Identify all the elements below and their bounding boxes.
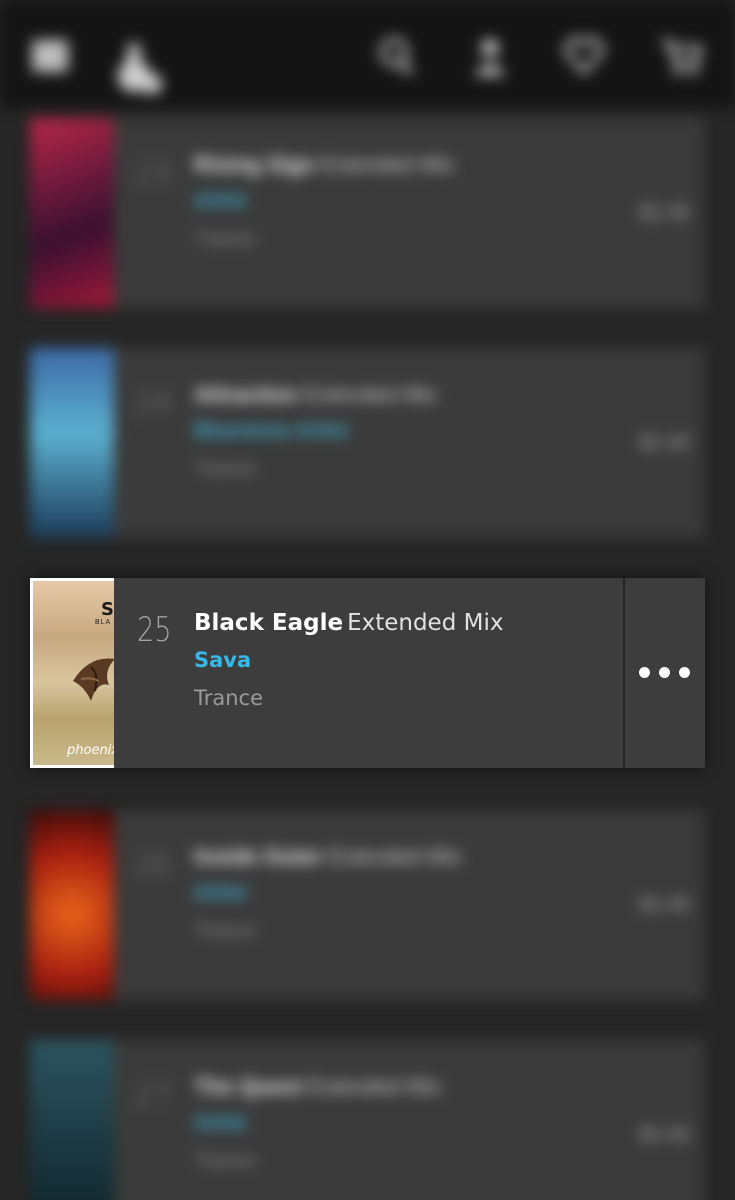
cover-brand-text: phoenix	[67, 743, 114, 758]
track-genre[interactable]: Trance	[194, 228, 256, 251]
track-row[interactable]: 23 Rising Sign Extended Mix Artist Tranc…	[30, 118, 705, 308]
cart-icon[interactable]	[660, 34, 704, 78]
track-genre-link[interactable]: Trance	[194, 686, 263, 710]
account-icon[interactable]	[468, 34, 512, 78]
favorites-icon[interactable]	[562, 34, 606, 78]
track-title: Rising Sign Extended Mix	[194, 152, 455, 177]
track-price[interactable]: $2.49	[639, 894, 689, 917]
track-artwork	[30, 118, 114, 308]
app-logo-icon[interactable]	[114, 40, 166, 96]
focused-track-row[interactable]: S BLA phoenix 25 Black Eagle Extended Mix…	[30, 578, 705, 768]
track-artist[interactable]: Artist	[194, 1112, 246, 1135]
track-artwork	[30, 810, 114, 1000]
track-genre[interactable]: Trance	[194, 1150, 256, 1173]
track-artist[interactable]: Bluestone Artist	[194, 420, 348, 443]
top-bar	[0, 0, 735, 108]
track-name: Black Eagle	[194, 610, 344, 636]
track-title: Inside Outer Extended Mix	[194, 844, 462, 869]
track-number: 24	[134, 386, 173, 421]
track-artist-link[interactable]: Sava	[194, 648, 251, 672]
track-row[interactable]: 27 The Quest Extended Mix Artist Trance …	[30, 1040, 705, 1200]
track-genre[interactable]: Trance	[194, 920, 256, 943]
cover-title-text: S	[101, 599, 114, 620]
track-number: 23	[134, 156, 173, 191]
track-artwork: S BLA phoenix	[30, 578, 114, 768]
track-list-screen: 23 Rising Sign Extended Mix Artist Tranc…	[0, 0, 735, 1200]
menu-icon[interactable]	[28, 34, 72, 78]
track-number: 25	[137, 610, 172, 650]
track-price[interactable]: $2.49	[639, 432, 689, 455]
eagle-illustration	[73, 658, 114, 701]
track-artwork	[30, 348, 114, 538]
track-artist[interactable]: Artist	[194, 190, 246, 213]
cover-subtitle-text: BLA	[95, 619, 112, 626]
track-row[interactable]: 26 Inside Outer Extended Mix Artist Tran…	[30, 810, 705, 1000]
track-row[interactable]: 24 Attraction Extended Mix Bluestone Art…	[30, 348, 705, 538]
track-number: 27	[134, 1078, 173, 1113]
track-title: Attraction Extended Mix	[194, 382, 438, 407]
track-price[interactable]: $2.49	[639, 1124, 689, 1147]
track-title: The Quest Extended Mix	[194, 1074, 441, 1099]
track-price[interactable]: $2.49	[639, 202, 689, 225]
track-artwork	[30, 1040, 114, 1200]
track-title[interactable]: Black Eagle Extended Mix	[194, 610, 503, 636]
more-options-button[interactable]	[623, 578, 705, 768]
track-artist[interactable]: Artist	[194, 882, 246, 905]
album-cover: S BLA phoenix	[33, 581, 114, 765]
search-icon[interactable]	[376, 34, 420, 78]
more-dots-icon	[639, 667, 691, 685]
track-mix: Extended Mix	[347, 610, 504, 636]
track-genre[interactable]: Trance	[194, 458, 256, 481]
track-number: 26	[134, 848, 173, 883]
